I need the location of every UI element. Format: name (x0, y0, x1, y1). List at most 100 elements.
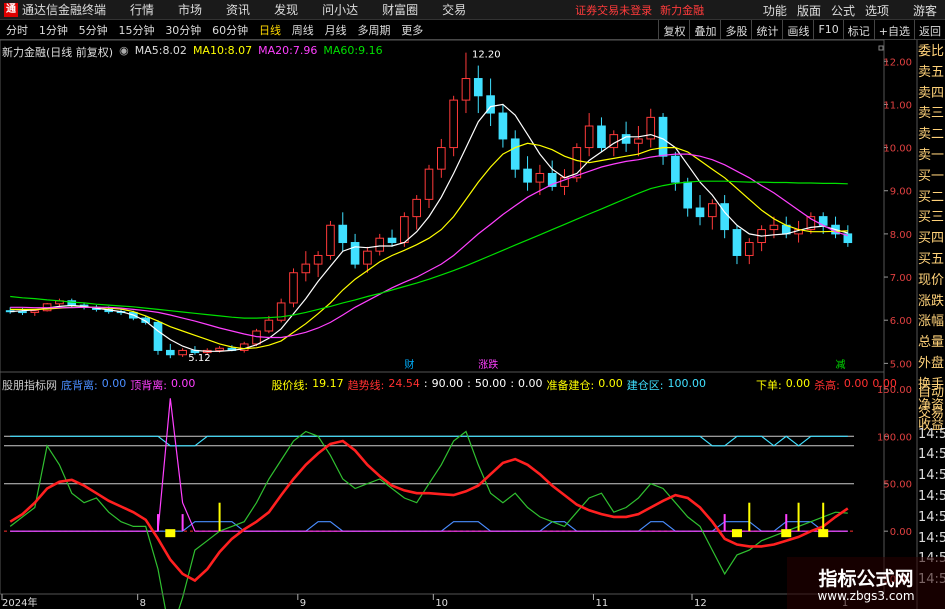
x-tick-label: 11 (595, 598, 608, 609)
candle-body (523, 168, 532, 183)
candle-body (165, 349, 175, 356)
candle-body (252, 330, 261, 345)
indicator-header-item: 股价线: (271, 379, 309, 392)
candle-body (597, 125, 606, 149)
side-panel-label: 14:56 (918, 447, 945, 463)
side-panel-label: 14:56 (918, 488, 945, 504)
buy-signal-marker (781, 529, 792, 538)
stock-chart[interactable]: 12.00 11.00 10.00 9.00 8.00 7.00 6.00 5.00 12.20… (0, 0, 945, 609)
watermark-logo: 指标公式网 www.zbgs3.com (787, 557, 945, 609)
indicator-header-item: 0.00 (872, 377, 897, 390)
side-panel-label: 交易 (918, 405, 945, 421)
x-tick-label: 10 (435, 598, 448, 609)
indicator-line (10, 435, 848, 447)
indicator-line (9, 439, 849, 583)
side-panel-label: 委比 (918, 44, 945, 59)
indicator-header-item: 0.00 (785, 377, 811, 390)
side-panel-label: 14:56 (918, 530, 945, 546)
price-tick-label: 5.00 (890, 359, 912, 370)
candle-body (18, 311, 27, 314)
indicator-header-item: 24.54 (388, 377, 420, 390)
indicator-header-item: 建仓区: (626, 379, 664, 392)
candle-body (695, 207, 705, 218)
indicator-line (9, 430, 848, 609)
candle-body (178, 349, 187, 356)
candle-body (744, 242, 754, 256)
price-tick-label: 7.00 (890, 273, 912, 284)
indicator-header-item: 19.17 (312, 377, 344, 390)
candle-body (289, 272, 298, 304)
candle-body (621, 134, 631, 144)
side-panel-label: 现价 (918, 272, 945, 288)
price-tick-label: 8.00 (890, 230, 912, 241)
indicator-header-item: 0.00 (518, 377, 543, 390)
event-marker-label: 涨跌 (478, 358, 498, 371)
candle-body (449, 99, 458, 149)
indicator-header-item: : (467, 377, 471, 390)
indicator-tick-label: 100.00 (877, 432, 912, 443)
buy-signal-marker (165, 529, 176, 538)
side-panel-label: 涨幅 (918, 314, 945, 330)
candle-body (264, 319, 274, 332)
candle-body (510, 138, 520, 170)
indicator-header-item: 底背离: (61, 379, 98, 392)
indicator-header-item: 90.00 (431, 377, 464, 390)
high-price-label: 12.20 (472, 50, 501, 61)
x-tick-label: 9 (300, 598, 306, 609)
side-panel-label: 买三 (918, 210, 945, 226)
indicator-header-item: 0.00 (170, 377, 196, 390)
side-panel-label: 买一 (918, 168, 945, 184)
candle-body (584, 125, 594, 149)
candle-body (375, 237, 385, 252)
side-panel-label: 总量 (918, 335, 945, 351)
candle-body (350, 242, 360, 265)
indicator-header-item: 50.00 (474, 377, 507, 390)
indicator-header-item: 顶背离: (130, 379, 167, 392)
side-panel-label: 卖三 (918, 106, 945, 122)
side-panel-label: 买四 (918, 231, 945, 247)
indicator-line (10, 398, 848, 532)
indicator-header-item: 0.00 (598, 377, 623, 390)
side-panel-label: 自动 (918, 385, 945, 400)
indicator-header-item: 0.00 (843, 377, 869, 390)
indicator-header-item: 股朋指标网 (2, 379, 57, 392)
candle-body (498, 112, 508, 140)
candle-body (153, 321, 163, 351)
candle-body (301, 263, 311, 274)
pane-collapse-icon (878, 45, 884, 51)
side-panel-label: 14:56 (918, 509, 945, 525)
price-tick-label: 10.00 (883, 144, 912, 155)
indicator-header-item: 100.00 (667, 377, 706, 390)
candle-body (461, 78, 471, 101)
side-panel-label: 涨跌 (918, 293, 945, 309)
side-panel-label: 14:56 (918, 468, 945, 484)
side-panel-label: 外盘 (918, 355, 945, 371)
candle-body (412, 198, 421, 218)
indicator-header-item: 准备建仓: (546, 379, 595, 392)
candle-body (437, 147, 446, 170)
candle-body (535, 172, 545, 183)
candle-body (30, 310, 40, 313)
x-tick-label: 12 (694, 598, 707, 609)
x-tick-label: 8 (140, 598, 146, 609)
candle-body (732, 229, 742, 256)
side-panel-label: 买二 (918, 189, 945, 205)
indicator-header-item: 下单: (755, 379, 782, 392)
price-tick-label: 9.00 (890, 187, 912, 198)
indicator-header-item: 杀高: (814, 379, 840, 392)
candle-body (313, 254, 323, 265)
event-marker-label: 减 (836, 359, 846, 371)
candle-body (363, 250, 372, 265)
candle-body (634, 138, 643, 144)
candle-body (387, 237, 397, 244)
indicator-tick-label: 50.00 (883, 480, 912, 491)
candle-body (671, 155, 680, 183)
indicator-tick-label: 0.00 (890, 527, 912, 538)
buy-signal-marker (731, 529, 742, 538)
x-tick-label: 2024年 (2, 596, 37, 609)
candle-body (473, 78, 483, 97)
candle-body (400, 216, 409, 244)
buy-signal-marker (818, 529, 829, 538)
indicator-header-item: 趋势线: (347, 379, 385, 392)
side-panel-label: 14:56 (918, 426, 945, 442)
